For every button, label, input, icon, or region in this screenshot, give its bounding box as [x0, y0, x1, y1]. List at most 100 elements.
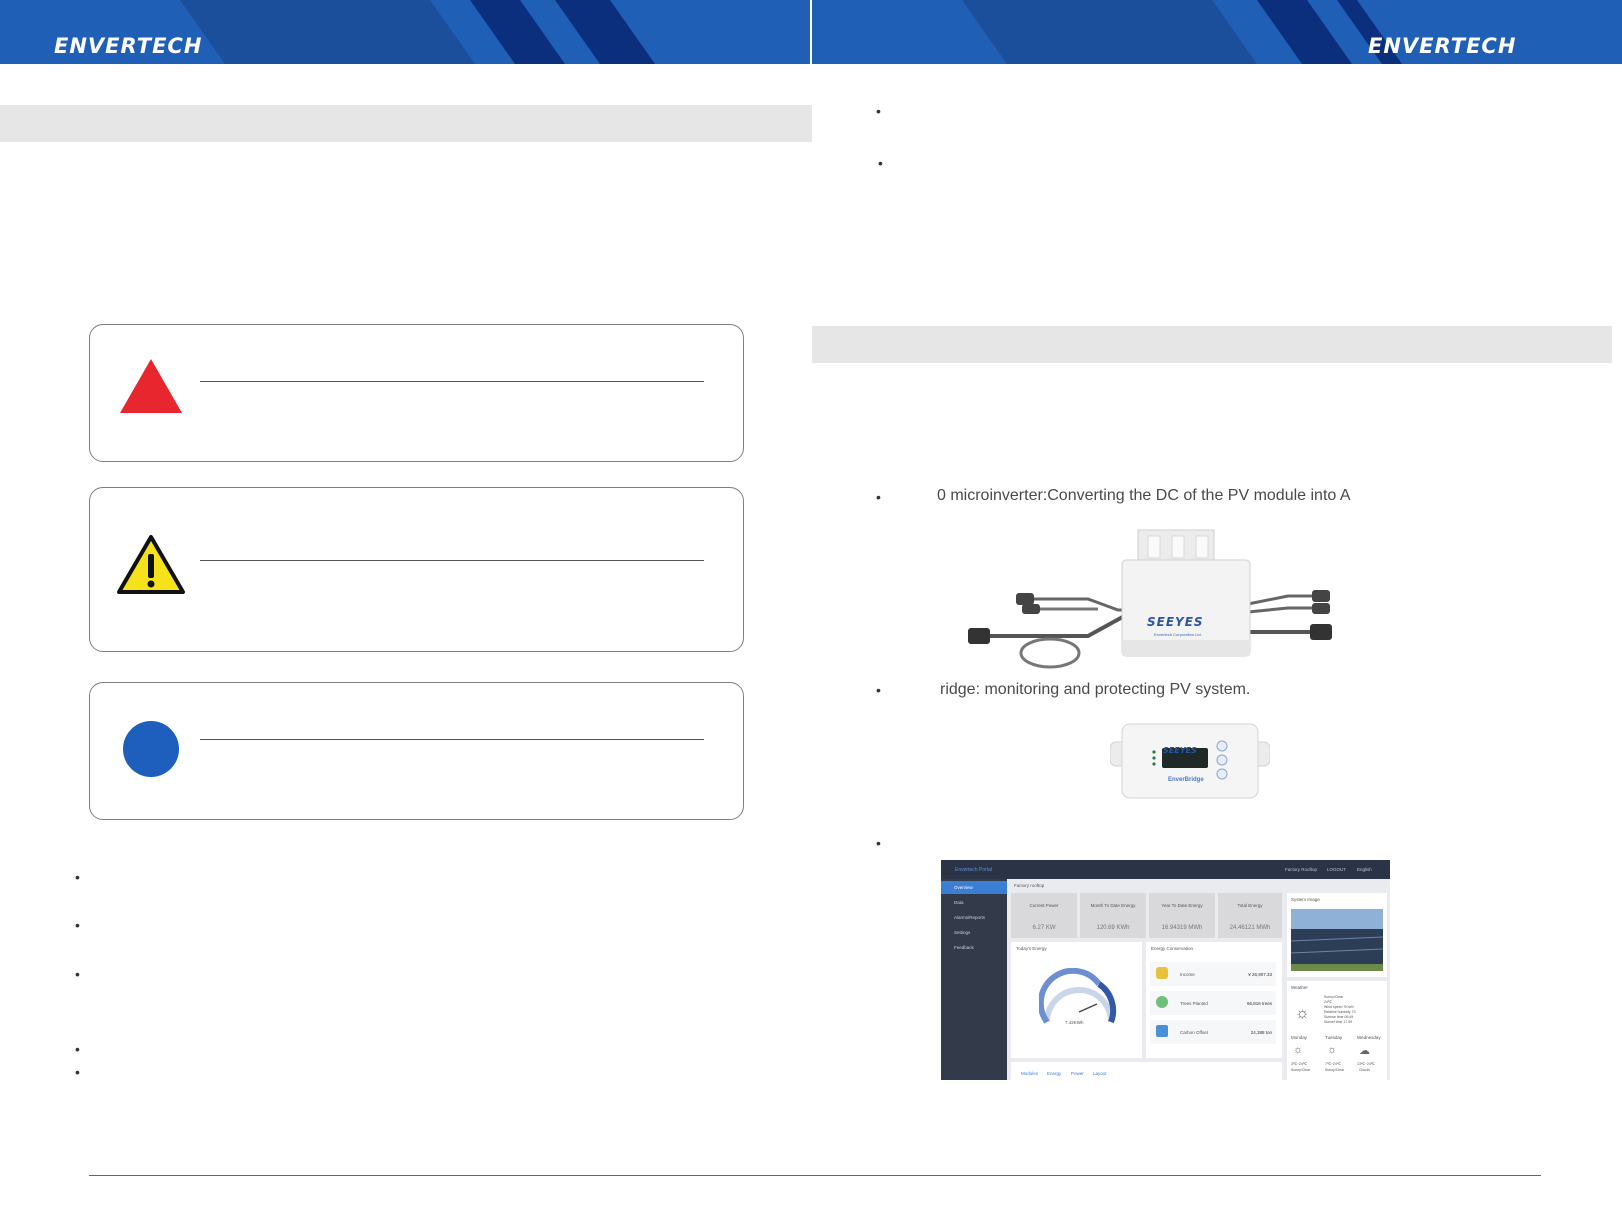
enverbridge-image — [1110, 723, 1270, 799]
panel-title: Weather — [1291, 985, 1308, 990]
danger-note-box — [89, 324, 744, 462]
section-heading-bar-right — [812, 326, 1612, 363]
conservation-label: Income — [1180, 972, 1195, 977]
inverter-subtitle-label: Envertech Corporation Ltd. — [1154, 632, 1202, 637]
microinverter-image — [968, 529, 1332, 669]
energy-gauge-chart — [1039, 968, 1117, 1024]
brand-logo-left: ENVERTECH — [54, 34, 203, 58]
info-circle-icon — [123, 721, 179, 777]
coins-icon — [1156, 967, 1168, 979]
note-divider — [200, 381, 704, 382]
cloud-icon: ☁ — [1359, 1045, 1370, 1057]
weather-detail: 24℃ — [1324, 1000, 1332, 1004]
tab-energy[interactable]: Energy — [1047, 1071, 1061, 1076]
bullet-dot: • — [75, 966, 80, 982]
conservation-label: Trees Planted — [1180, 1001, 1208, 1006]
factory-icon — [1156, 1025, 1168, 1037]
conservation-value: ¥ 26,907.33 — [1248, 972, 1272, 977]
sun-icon: ☼ — [1295, 1005, 1310, 1022]
sun-icon: ☼ — [1293, 1044, 1304, 1056]
forecast-temp: 3℃~24℃ — [1291, 1062, 1307, 1066]
stat-label: Month To Date Energy — [1090, 903, 1136, 908]
bullet-dot: • — [75, 1041, 80, 1057]
component-microinverter-text: 0 microinverter:Converting the DC of the… — [937, 487, 1351, 504]
portal-bottom-tabs: Modules Energy Power Layout — [1011, 1062, 1282, 1080]
conservation-row: Trees Planted 66,816 trees — [1150, 991, 1276, 1015]
stat-value: 120.69 KWh — [1096, 925, 1130, 931]
forecast-day: Wednesday — [1357, 1035, 1381, 1040]
gauge-value: 7.42KWh — [1065, 1020, 1084, 1025]
warning-icon — [117, 535, 185, 594]
weather-detail: Wind speed 7Km/h — [1324, 1005, 1354, 1009]
portal-stat-card: Year To Date Energy 16.94319 MWh — [1149, 893, 1215, 938]
stat-value: 16.94319 MWh — [1161, 925, 1203, 931]
portal-stat-card: Total Energy 24.46121 MWh — [1218, 893, 1282, 938]
portal-topbar: Envertech Portal Factory Rooftop LOGOUT … — [941, 860, 1390, 879]
note-divider — [200, 560, 704, 561]
warning-note-box — [89, 487, 744, 652]
weather-detail: Sunny/Clear — [1324, 995, 1344, 999]
panel-title: Today's Energy — [1016, 946, 1047, 951]
portal-station-selector[interactable]: Factory rooftop — [1014, 883, 1044, 888]
portal-link-logout[interactable]: LOGOUT — [1327, 867, 1346, 872]
portal-link-language[interactable]: English — [1357, 867, 1372, 872]
forecast-cond: Sunny/Clear — [1291, 1068, 1311, 1072]
sun-icon: ☼ — [1327, 1044, 1338, 1056]
panel-title: System Image — [1291, 897, 1320, 902]
bullet-dot: • — [876, 103, 881, 119]
stat-label: Total Energy — [1237, 903, 1263, 908]
portal-nav-data[interactable]: Data — [954, 900, 964, 905]
panel-title: Energy Conservation — [1151, 946, 1194, 951]
brand-logo-right: ENVERTECH — [1368, 34, 1517, 58]
portal-screenshot: Envertech Portal Factory Rooftop LOGOUT … — [941, 860, 1390, 1080]
info-note-box — [89, 682, 744, 820]
conservation-value: 24,388 ton — [1250, 1030, 1272, 1035]
bridge-device-label: EnverBridge — [1168, 777, 1204, 783]
stat-label: Current Power — [1029, 903, 1059, 908]
portal-logo: Envertech Portal — [955, 867, 992, 873]
solar-farm-photo — [1291, 909, 1383, 971]
weather-detail: Sunset time 17:59 — [1324, 1020, 1353, 1024]
stat-value: 24.46121 MWh — [1229, 925, 1271, 931]
bullet-dot: • — [75, 869, 80, 885]
conservation-row: Income ¥ 26,907.33 — [1150, 962, 1276, 986]
portal-nav-alarms[interactable]: Alarms/Reports — [954, 915, 985, 920]
forecast-day: Monday — [1291, 1035, 1308, 1040]
note-divider — [200, 739, 704, 740]
section-heading-bar-left — [0, 105, 812, 142]
footer-divider — [89, 1175, 1541, 1176]
portal-conservation-panel: Energy Conservation Income ¥ 26,907.33 T… — [1146, 942, 1282, 1058]
portal-link-station[interactable]: Factory Rooftop — [1285, 867, 1317, 872]
portal-nav-label: Overview — [954, 885, 973, 890]
forecast-cond: Sunny/Clear — [1325, 1068, 1345, 1072]
bullet-dot: • — [876, 489, 881, 505]
tab-layout[interactable]: Layout — [1093, 1071, 1107, 1076]
portal-nav-overview[interactable]: Overview — [941, 881, 1007, 894]
portal-stat-card: Current Power 6.27 KW — [1011, 893, 1077, 938]
bridge-brand-label: SEEYES — [1163, 746, 1197, 755]
portal-nav-settings[interactable]: Settings — [954, 930, 970, 935]
conservation-label: Carbon Offset — [1180, 1030, 1208, 1035]
stat-value: 6.27 KW — [1032, 925, 1056, 931]
forecast-day: Tuesday — [1325, 1035, 1343, 1040]
tab-modules[interactable]: Modules — [1021, 1071, 1038, 1076]
header-banner-right: ENVERTECH — [812, 0, 1622, 64]
bullet-dot: • — [876, 682, 881, 698]
forecast-cond: Clouds — [1359, 1068, 1370, 1072]
danger-triangle-icon — [120, 359, 182, 413]
conservation-row: Carbon Offset 24,388 ton — [1150, 1020, 1276, 1044]
portal-weather-panel: Weather ☼ Sunny/Clear 24℃ Wind speed 7Km… — [1287, 981, 1387, 1080]
portal-sidebar: Overview Data Alarms/Reports Settings Fe… — [941, 879, 1007, 1080]
bullet-dot: • — [876, 835, 881, 851]
weather-detail: Relative humidity 70 — [1324, 1010, 1356, 1014]
portal-nav-feedback[interactable]: Feedback — [954, 945, 974, 950]
bullet-dot: • — [75, 1064, 80, 1080]
bullet-dot: • — [75, 917, 80, 933]
component-bridge-text: ridge: monitoring and protecting PV syst… — [940, 681, 1251, 698]
bullet-dot: • — [878, 155, 883, 171]
tab-power[interactable]: Power — [1071, 1071, 1084, 1076]
conservation-value: 66,816 trees — [1246, 1001, 1272, 1006]
portal-today-energy-panel: Today's Energy 7.42KWh — [1011, 942, 1142, 1058]
stat-label: Year To Date Energy — [1161, 903, 1203, 908]
header-banner-left: ENVERTECH — [0, 0, 810, 64]
